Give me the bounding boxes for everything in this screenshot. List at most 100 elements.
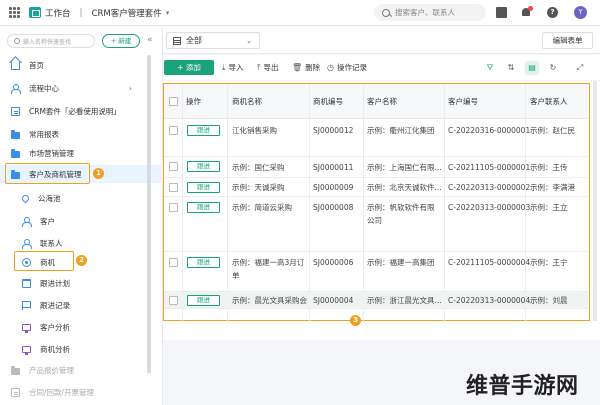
- record-icon: [22, 300, 31, 310]
- cell-opportunity-name[interactable]: 示例：天诚采购: [232, 181, 285, 194]
- sidebar-item-customer-analysis[interactable]: 客户分析: [0, 318, 163, 336]
- workbench-link[interactable]: 工作台: [29, 7, 71, 19]
- suite-dropdown-icon[interactable]: ▾: [166, 9, 170, 17]
- sidebar-item-opportunity-analysis[interactable]: 商机分析: [0, 340, 163, 358]
- fullscreen-icon[interactable]: ⤢: [573, 61, 587, 75]
- sidebar-item-home[interactable]: 首页: [0, 56, 163, 74]
- header-opportunity-name[interactable]: 商机名称: [232, 84, 262, 119]
- customer-icon: [22, 216, 32, 227]
- cell-customer-contact: 示例：王传: [530, 163, 568, 172]
- row-checkbox[interactable]: [169, 203, 178, 212]
- follow-button[interactable]: 跟进: [187, 202, 220, 213]
- document-icon: [11, 106, 20, 116]
- sidebar-item-label: 常用报表: [29, 129, 59, 139]
- cell-opportunity-name[interactable]: 示例：晨光文具采购会...: [232, 294, 308, 307]
- export-label: 导出: [263, 63, 279, 72]
- header-customer-name[interactable]: 客户名称: [367, 84, 397, 119]
- workbench-logo-icon: [29, 7, 41, 18]
- table-row[interactable]: 跟进 示例：晨光文具采购会... SJ0000004 示例：浙江晨光文具... …: [164, 292, 588, 309]
- view-bar: 全部 ⌄ 编辑表单: [163, 27, 600, 54]
- cell-customer-code: C-20220313-0000002: [448, 183, 531, 192]
- cell-opportunity-name[interactable]: 示例：福建一高3月订单: [232, 256, 308, 282]
- cell-opportunity-name[interactable]: 示例：国仁采购: [232, 161, 285, 174]
- sidebar-item-label: CRM套件「必看使用说明」: [29, 106, 121, 116]
- sidebar-item-label: 商机分析: [40, 344, 70, 354]
- app-grid-icon[interactable]: [9, 6, 21, 19]
- collapse-sidebar-icon[interactable]: «: [147, 35, 153, 45]
- cell-opportunity-code: SJ0000008: [313, 203, 354, 212]
- table-view-icon: [173, 36, 181, 45]
- sidebar-item-label: 跟进记录: [40, 300, 70, 310]
- row-checkbox[interactable]: [169, 258, 178, 267]
- row-checkbox[interactable]: [169, 162, 178, 171]
- cell-opportunity-name[interactable]: 示例：简道云采购: [232, 201, 292, 214]
- sidebar-search-input[interactable]: 输入名称快速查找: [7, 34, 95, 48]
- sidebar-item-customer[interactable]: 客户: [0, 212, 163, 230]
- sidebar-item-marketing[interactable]: 市场营销管理: [0, 144, 163, 162]
- sort-icon[interactable]: ⇅: [504, 61, 518, 75]
- operation-log-button[interactable]: ◷ 操作记录: [327, 60, 367, 75]
- sidebar-item-follow-record[interactable]: 跟进记录: [0, 296, 163, 314]
- sidebar-item-label: 客户: [40, 216, 55, 226]
- delete-label: 删除: [305, 63, 321, 72]
- sidebar-item-product-quote[interactable]: 产品报价管理: [0, 361, 163, 379]
- table-scrollbar[interactable]: [593, 81, 597, 321]
- delete-button[interactable]: 🗑 删除: [292, 60, 320, 75]
- table-row[interactable]: 跟进 示例：天诚采购 SJ0000009 示例：北京天诚软件... C-2022…: [164, 178, 588, 197]
- table-row[interactable]: 跟进 示例：简道云采购 SJ0000008 示例：帆软软件有限公司 C-2022…: [164, 197, 588, 252]
- row-checkbox[interactable]: [169, 183, 178, 192]
- row-checkbox[interactable]: [169, 296, 178, 305]
- follow-button[interactable]: 跟进: [187, 125, 220, 136]
- follow-button[interactable]: 跟进: [187, 257, 220, 268]
- follow-button[interactable]: 跟进: [187, 182, 220, 193]
- help-icon[interactable]: ?: [547, 7, 558, 18]
- cell-customer-code: C-20220313-0000004: [448, 296, 531, 305]
- header-customer-code[interactable]: 客户编号: [448, 84, 478, 119]
- import-button[interactable]: ⤓ 导入: [222, 60, 244, 75]
- sidebar-item-contract[interactable]: 合同/回款/开票管理: [0, 383, 163, 401]
- suite-title[interactable]: CRM客户管理套件: [92, 7, 162, 19]
- follow-button[interactable]: 跟进: [187, 295, 220, 306]
- sidebar-item-reports[interactable]: 常用报表: [0, 125, 163, 143]
- sidebar-scrollbar[interactable]: [147, 55, 151, 373]
- user-avatar[interactable]: Y: [574, 6, 587, 19]
- row-checkbox[interactable]: [169, 126, 178, 135]
- table-row[interactable]: 跟进 示例：福建一高3月订单 SJ0000006 示例：福建一高集团 C-202…: [164, 252, 588, 292]
- add-button[interactable]: + 添加: [164, 60, 214, 75]
- cell-opportunity-name[interactable]: 江化销售采购: [232, 124, 277, 137]
- header-customer-contact[interactable]: 客户联系人: [530, 84, 568, 119]
- sidebar-item-label: 产品报价管理: [29, 365, 74, 375]
- header-action: 操作: [186, 97, 201, 106]
- document-icon: [11, 387, 20, 397]
- global-search-input[interactable]: 搜索客户、联系人: [374, 4, 486, 21]
- refresh-icon[interactable]: ↻: [546, 61, 560, 75]
- sidebar-item-public-pool[interactable]: 公海池: [0, 189, 163, 207]
- cell-customer-contact: 示例：王宁: [530, 258, 568, 267]
- sidebar-item-crm-guide[interactable]: CRM套件「必看使用说明」: [0, 102, 163, 120]
- export-button[interactable]: ⤒ 导出: [257, 60, 279, 75]
- cell-customer-contact: 示例：赵仁民: [530, 126, 575, 135]
- cell-opportunity-code: SJ0000004: [313, 296, 354, 305]
- notification-bell-icon[interactable]: [521, 6, 533, 18]
- sidebar-item-process-center[interactable]: 流程中心 ›: [0, 79, 163, 97]
- sidebar-item-contact[interactable]: 联系人: [0, 234, 163, 252]
- folder-icon: [11, 148, 20, 158]
- cell-customer-name: 示例：帆软软件有限公司: [367, 203, 435, 225]
- table-row[interactable]: 跟进 江化销售采购 SJ0000012 示例：衢州江化集团 C-20220316…: [164, 119, 588, 157]
- cell-opportunity-code: SJ0000009: [313, 183, 354, 192]
- row-height-icon[interactable]: ▤: [525, 61, 539, 75]
- follow-button[interactable]: 跟进: [187, 161, 220, 172]
- calendar-icon: [22, 278, 31, 288]
- highlight-box-opportunity: [14, 251, 74, 271]
- sidebar-item-follow-plan[interactable]: 跟进计划: [0, 274, 163, 292]
- table-row[interactable]: 跟进 示例：国仁采购 SJ0000011 示例：上海国仁有限... C-2021…: [164, 157, 588, 178]
- search-icon: [382, 8, 390, 17]
- docs-icon[interactable]: [496, 7, 507, 18]
- header-opportunity-code[interactable]: 商机编号: [313, 84, 343, 119]
- view-select[interactable]: 全部 ⌄: [166, 32, 260, 49]
- filter-icon[interactable]: ⛛: [483, 61, 497, 75]
- select-all-checkbox[interactable]: [169, 97, 178, 106]
- edit-form-button[interactable]: 编辑表单: [542, 32, 593, 49]
- home-icon: [11, 60, 20, 70]
- new-button[interactable]: + 新建: [102, 34, 140, 48]
